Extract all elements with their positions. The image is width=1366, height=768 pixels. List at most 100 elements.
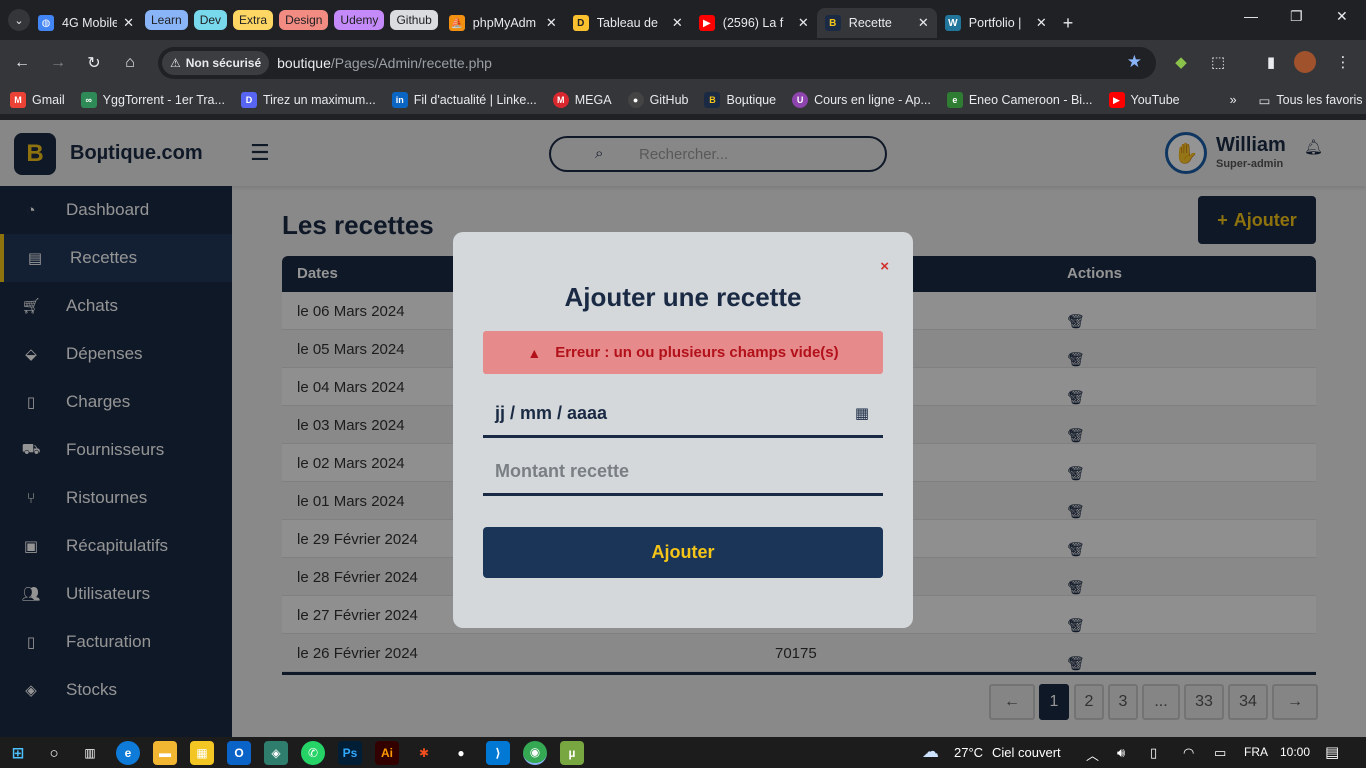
submit-button[interactable]: Ajouter [483, 527, 883, 578]
bookmarks-overflow-icon[interactable]: » [1230, 93, 1237, 107]
url-text: boutique/Pages/Admin/recette.php [277, 55, 492, 71]
eneo-icon: e [946, 92, 963, 108]
tab-group-dev[interactable]: Dev [193, 10, 228, 30]
bookmark-gmail[interactable]: M Gmail [10, 92, 65, 108]
modal-title: Ajouter une recette [564, 282, 802, 312]
browser-tab[interactable]: ◍ 4G Mobile ✕ [30, 8, 142, 38]
all-bookmarks-folder[interactable]: ▭ Tous les favoris [1259, 93, 1363, 108]
bookmark-cours[interactable]: U Cours en ligne - Ap... [792, 92, 931, 108]
volume-icon[interactable]: 🔊︎ [1117, 745, 1125, 761]
browser-tab[interactable]: ▶ (2596) La f ✕ [691, 8, 817, 38]
bookmark-github[interactable]: ● GitHub [627, 92, 688, 108]
task-view-icon[interactable]: ▥ [78, 741, 102, 765]
close-tab-icon[interactable]: ✕ [123, 15, 134, 31]
github-icon: ● [627, 92, 644, 108]
add-recette-modal: × Ajouter une recette ▲ Erreur : un ou p… [453, 232, 913, 628]
reload-icon[interactable]: ↻ [79, 48, 109, 78]
browser-tab-strip: ⌄ ◍ 4G Mobile ✕ Learn Dev Extra Design U… [0, 0, 1366, 40]
ygg-icon: ∞ [80, 92, 97, 108]
close-tab-icon[interactable]: ✕ [798, 15, 809, 31]
search-icon[interactable]: ○ [42, 741, 66, 765]
forward-icon[interactable]: → [43, 48, 73, 78]
show-hidden-icons-icon[interactable]: ︿ [1086, 745, 1099, 764]
browser-toolbar: ← → ↻ ⌂ ⚠ Non sécurisé boutique/Pages/Adm… [0, 40, 1366, 86]
close-tab-icon[interactable]: ✕ [1036, 15, 1047, 31]
bookmarks-bar: M Gmail ∞ YggTorrent - 1er Tra... D Tirez u… [0, 86, 1366, 114]
browser-tab[interactable]: W Portfolio | ✕ [937, 8, 1055, 38]
utorrent-icon[interactable]: µ [560, 741, 584, 765]
maximize-icon[interactable]: ❐ [1290, 8, 1303, 25]
vscode-icon[interactable]: ⟩ [486, 741, 510, 765]
weather-description[interactable]: Ciel couvert [992, 745, 1061, 760]
bookmark-youtube[interactable]: ▶ YouTube [1108, 92, 1180, 108]
wifi-icon[interactable]: ◠ [1183, 745, 1194, 761]
browser-tab[interactable]: D Tableau de ✕ [565, 8, 691, 38]
globe-icon: ◍ [38, 15, 54, 31]
notifications-icon[interactable]: ▤ [1325, 743, 1339, 761]
temperature[interactable]: 27°C [954, 745, 983, 760]
bookmark-icon: D [240, 92, 257, 108]
github-icon[interactable]: ● [449, 741, 473, 765]
security-chip[interactable]: ⚠ Non sécurisé [162, 51, 270, 75]
bookmark-boutique[interactable]: B Boµtique [704, 92, 776, 108]
tab-search-chevron-icon[interactable]: ⌄ [8, 9, 30, 31]
youtube-icon: ▶ [698, 15, 715, 31]
browser-tab[interactable]: ⛵ phpMyAdm ✕ [441, 8, 565, 38]
illustrator-icon[interactable]: Ai [375, 741, 399, 765]
error-alert: ▲ Erreur : un ou plusieurs champs vide(s… [483, 331, 883, 374]
wordpress-icon: W [944, 15, 961, 31]
youtube-icon: ▶ [1108, 92, 1125, 108]
bookmark-mega[interactable]: M MEGA [552, 92, 612, 108]
folder-icon: ▭ [1258, 93, 1271, 108]
close-tab-icon[interactable]: ✕ [546, 15, 557, 31]
tab-group-extra[interactable]: Extra [233, 10, 274, 30]
battery-icon[interactable]: ▯ [1150, 745, 1157, 761]
close-icon[interactable]: × [880, 258, 889, 275]
close-tab-icon[interactable]: ✕ [672, 15, 683, 31]
clock[interactable]: 10:00 [1280, 745, 1310, 759]
address-bar[interactable]: ⚠ Non sécurisé boutique/Pages/Admin/recet… [158, 47, 1156, 79]
calendar-icon[interactable]: ▦ [855, 404, 869, 422]
back-icon[interactable]: ← [7, 48, 37, 78]
weather-cloud-icon[interactable]: ☁ [922, 742, 939, 762]
bookmark-star-icon[interactable]: ★ [1127, 52, 1142, 72]
boutique-icon: B [824, 15, 841, 31]
bookmark-eneo[interactable]: e Eneo Cameroon - Bi... [946, 92, 1093, 108]
amount-input[interactable]: Montant recette [483, 450, 883, 496]
file-explorer-icon[interactable]: ▬ [153, 741, 177, 765]
puzzle-extensions-icon[interactable]: ⬚ [1205, 48, 1231, 76]
app-icon[interactable]: ◈ [264, 741, 288, 765]
photoshop-icon[interactable]: Ps [338, 741, 362, 765]
tab-group-udemy[interactable]: Udemy [334, 10, 385, 30]
close-tab-icon[interactable]: ✕ [918, 15, 929, 31]
date-input[interactable]: jj / mm / aaaa ▦ [483, 392, 883, 438]
chrome-icon[interactable]: ◉ [523, 741, 547, 765]
tab-group-design[interactable]: Design [279, 10, 329, 30]
minimize-icon[interactable]: — [1244, 8, 1258, 24]
figma-icon[interactable]: ✱ [412, 741, 436, 765]
tab-group-learn[interactable]: Learn [145, 10, 188, 30]
close-window-icon[interactable]: ✕ [1336, 8, 1348, 25]
bookmark-linkedin[interactable]: in Fil d'actualité | Linke... [391, 92, 537, 108]
warning-icon: ⚠ [170, 56, 181, 70]
browser-tab-active[interactable]: B Recette ✕ [816, 8, 937, 38]
language-indicator[interactable]: FRA [1244, 745, 1268, 759]
store-icon[interactable]: ▦ [190, 741, 214, 765]
outlook-icon[interactable]: O [227, 741, 251, 765]
new-tab-icon[interactable]: + [1055, 8, 1089, 38]
web-page: B Boµtique.com ☰ ⌕ Rechercher... ✋ Willi… [0, 120, 1366, 737]
side-panel-icon[interactable]: ▮ [1258, 48, 1284, 76]
whatsapp-icon[interactable]: ✆ [301, 741, 325, 765]
browser-menu-icon[interactable]: ⋮ [1330, 48, 1356, 76]
display-icon[interactable]: ▭ [1214, 745, 1226, 761]
extension-icon[interactable]: ◆ [1168, 48, 1194, 76]
tab-group-github[interactable]: Github [390, 10, 438, 30]
home-icon[interactable]: ⌂ [115, 48, 145, 78]
edge-icon[interactable]: e [116, 741, 140, 765]
bookmark-yggtorrent[interactable]: ∞ YggTorrent - 1er Tra... [80, 92, 225, 108]
linkedin-icon: in [391, 92, 408, 108]
windows-start-icon[interactable]: ⊞ [6, 741, 30, 765]
dashboard-icon: D [572, 15, 589, 31]
bookmark-tirez[interactable]: D Tirez un maximum... [240, 92, 376, 108]
profile-avatar-icon[interactable] [1294, 51, 1316, 73]
